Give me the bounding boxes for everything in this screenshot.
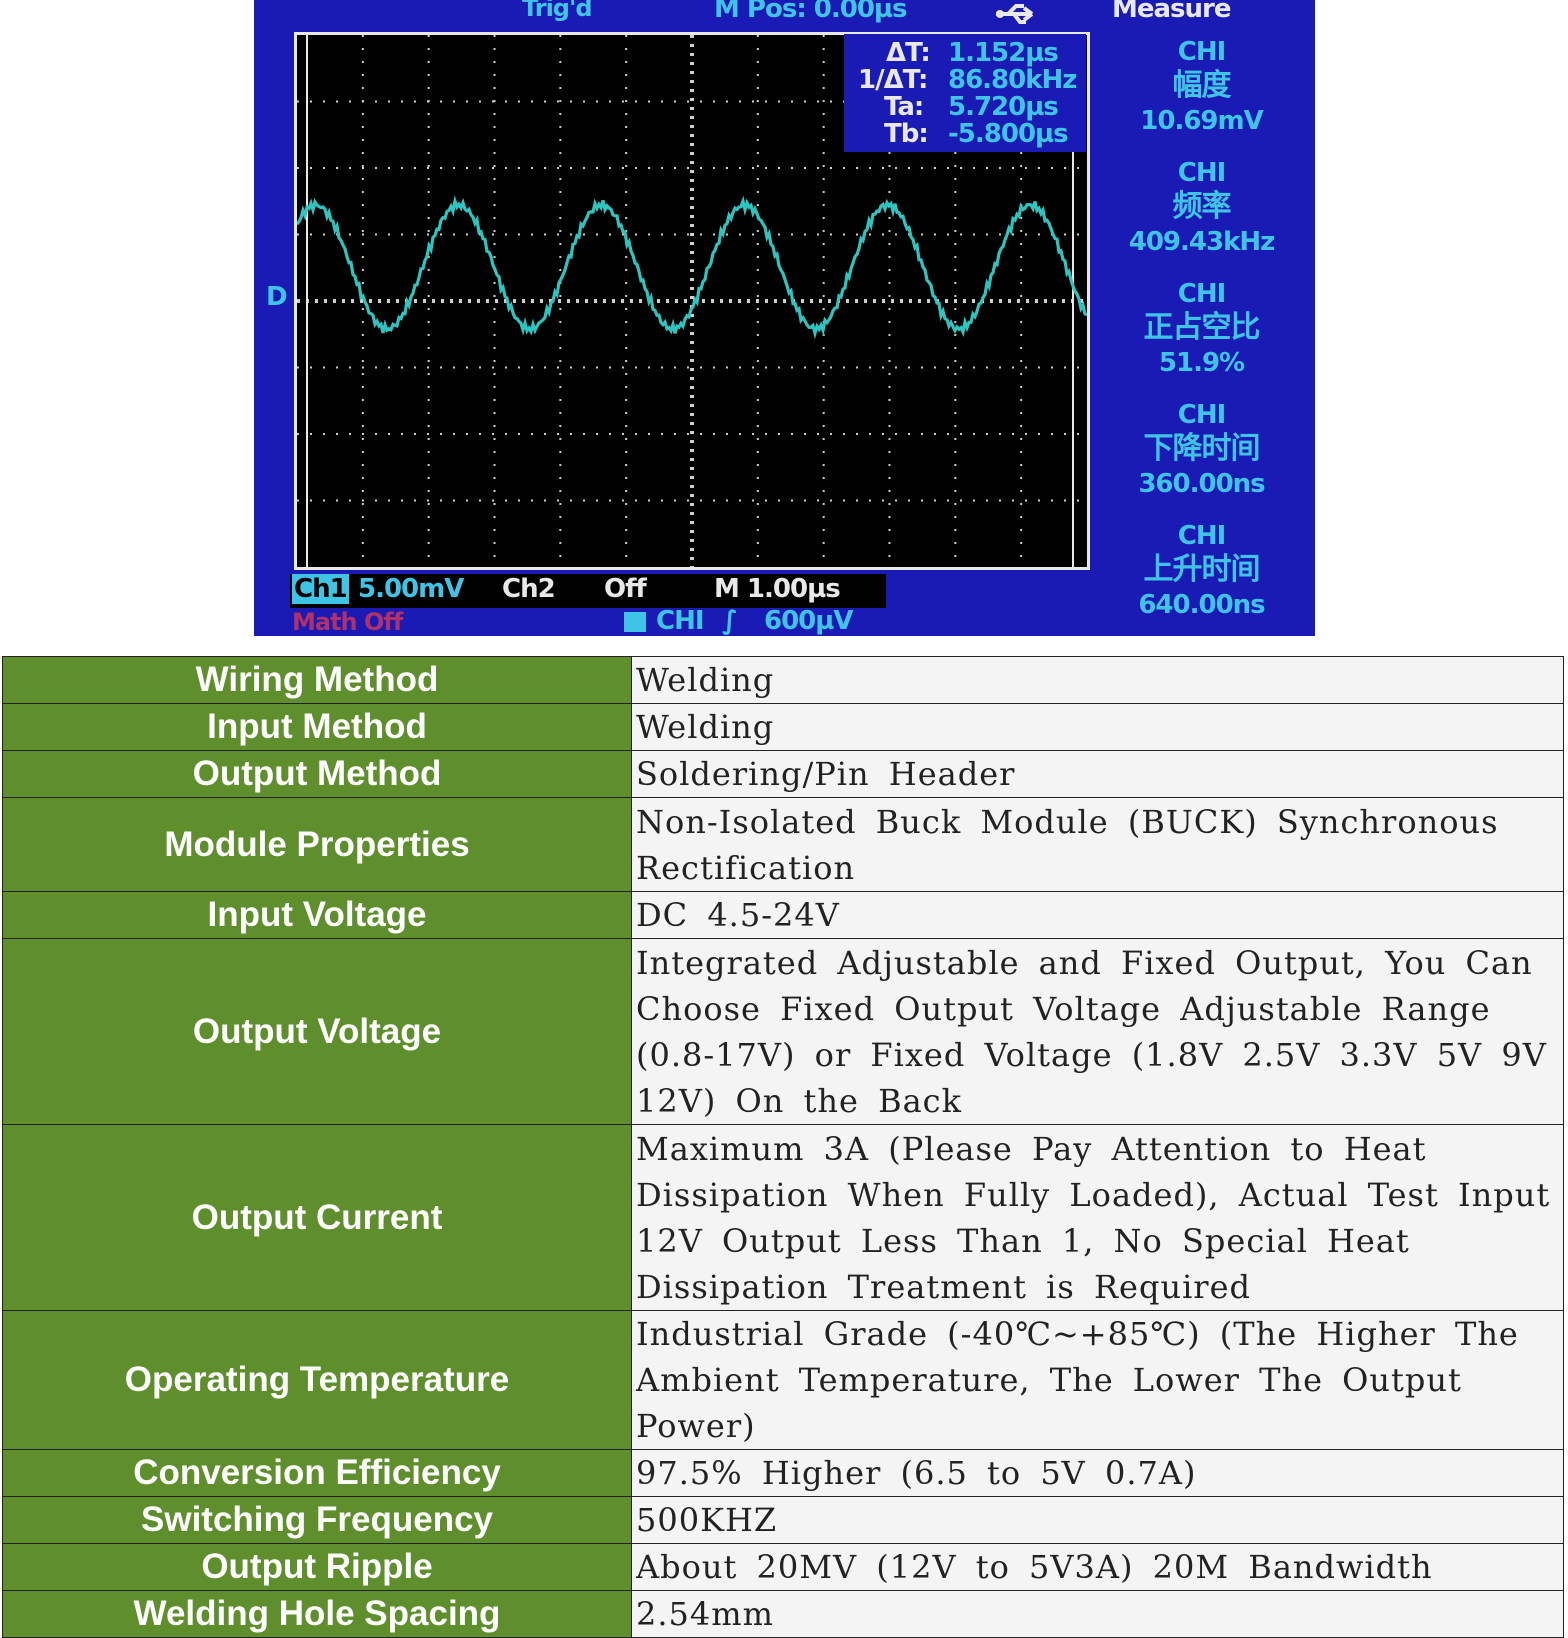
measurement-name: 下降时间 [1143, 431, 1261, 466]
math-status: Math Off [292, 608, 403, 636]
spec-value: Welding [631, 656, 1564, 704]
measurement-fall-time: CHI 下降时间 360.00ns [1098, 399, 1305, 501]
ta-label: Ta: [884, 92, 924, 122]
measurement-frequency: CHI 频率 409.43kHz [1098, 157, 1305, 259]
spec-label: Conversion Efficiency [2, 1449, 632, 1497]
spec-label: Output Ripple [2, 1543, 632, 1591]
spec-value: Welding [631, 703, 1564, 751]
spec-value: Soldering/Pin Header [631, 750, 1564, 798]
measurement-channel: CHI [1177, 37, 1227, 67]
measurement-channel: CHI [1177, 158, 1227, 188]
measurement-channel: CHI [1177, 279, 1227, 309]
trigger-marker: D [266, 282, 288, 312]
delta-t-label: ΔT: [886, 38, 931, 68]
measurement-value: 51.9% [1158, 348, 1245, 378]
spec-value: 2.54mm [631, 1590, 1564, 1638]
spec-label: Switching Frequency [2, 1496, 632, 1544]
usb-icon [994, 2, 1040, 30]
table-row: Wiring Method Welding [2, 656, 1564, 704]
spec-value: 500KHZ [631, 1496, 1564, 1544]
table-row: Operating Temperature Industrial Grade (… [2, 1310, 1564, 1450]
measurement-amplitude: CHI 幅度 10.69mV [1098, 36, 1305, 138]
waveform-trace [297, 195, 1087, 340]
tb-label: Tb: [884, 119, 929, 149]
table-row: Output Method Soldering/Pin Header [2, 750, 1564, 798]
spec-label: Output Voltage [2, 938, 632, 1125]
cursor-readout: ΔT: 1.152µs 1/ΔT: 86.80kHz Ta: 5.720µs T… [844, 34, 1086, 152]
oscilloscope-screenshot: Trig'd M Pos: 0.00µs Measure D ΔT: 1.152… [254, 0, 1315, 636]
measurement-channel: CHI [1177, 400, 1227, 430]
spec-value: 97.5% Higher (6.5 to 5V 0.7A) [631, 1449, 1564, 1497]
measurement-value: 360.00ns [1138, 469, 1265, 499]
spec-value: Integrated Adjustable and Fixed Output, … [631, 938, 1564, 1125]
measurement-value: 10.69mV [1140, 106, 1263, 136]
table-row: Input Method Welding [2, 703, 1564, 751]
ch2-label: Ch2 [502, 574, 556, 604]
measurement-name: 正占空比 [1143, 310, 1261, 345]
measurement-name: 上升时间 [1143, 552, 1261, 587]
tb-value: -5.800µs [948, 119, 1069, 149]
measurement-duty-cycle: CHI 正占空比 51.9% [1098, 278, 1305, 380]
measurement-value: 640.00ns [1138, 590, 1265, 620]
measurement-name: 频率 [1172, 189, 1232, 224]
inverse-delta-t-value: 86.80kHz [948, 65, 1077, 95]
trigger-level: 600µV [764, 606, 854, 636]
ch1-scale: 5.00mV [358, 574, 464, 604]
measurement-value: 409.43kHz [1128, 227, 1276, 257]
spec-value: DC 4.5-24V [631, 891, 1564, 939]
measurement-panel: CHI 幅度 10.69mV CHI 频率 409.43kHz CHI 正占空比… [1098, 28, 1305, 634]
table-row: Conversion Efficiency 97.5% Higher (6.5 … [2, 1449, 1564, 1497]
ta-value: 5.720µs [948, 92, 1059, 122]
inverse-delta-t-label: 1/ΔT: [858, 65, 928, 95]
spec-label: Welding Hole Spacing [2, 1590, 632, 1638]
trigger-slope-icon: ∫ [722, 606, 738, 636]
timebase: M 1.00µs [714, 574, 841, 604]
delta-t-value: 1.152µs [948, 38, 1059, 68]
spec-label: Output Method [2, 750, 632, 798]
spec-value: Maximum 3A (Please Pay Attention to Heat… [631, 1124, 1564, 1311]
table-row: Welding Hole Spacing 2.54mm [2, 1590, 1564, 1638]
measurement-name: 幅度 [1172, 68, 1232, 103]
table-row: Output Voltage Integrated Adjustable and… [2, 938, 1564, 1125]
spec-label: Module Properties [2, 797, 632, 892]
spec-label: Operating Temperature [2, 1310, 632, 1450]
ch1-label: Ch1 [292, 574, 349, 604]
measurement-rise-time: CHI 上升时间 640.00ns [1098, 520, 1305, 622]
table-row: Output Current Maximum 3A (Please Pay At… [2, 1124, 1564, 1311]
spec-label: Output Current [2, 1124, 632, 1311]
spec-value: Non-Isolated Buck Module (BUCK) Synchron… [631, 797, 1564, 892]
table-row: Output Ripple About 20MV (12V to 5V3A) 2… [2, 1543, 1564, 1591]
horizontal-position: M Pos: 0.00µs [714, 0, 908, 24]
trigger-status: Trig'd [522, 0, 593, 22]
spec-label: Input Method [2, 703, 632, 751]
spec-value: Industrial Grade (-40℃~+85℃) (The Higher… [631, 1310, 1564, 1450]
spec-value: About 20MV (12V to 5V3A) 20M Bandwidth [631, 1543, 1564, 1591]
measurement-channel: CHI [1177, 521, 1227, 551]
trigger-source: CHI [656, 606, 705, 636]
measure-title: Measure [1112, 0, 1231, 24]
table-row: Input Voltage DC 4.5-24V [2, 891, 1564, 939]
ch2-state: Off [604, 574, 647, 604]
trigger-icon [624, 612, 646, 632]
spec-label: Wiring Method [2, 656, 632, 704]
spec-label: Input Voltage [2, 891, 632, 939]
table-row: Switching Frequency 500KHZ [2, 1496, 1564, 1544]
table-row: Module Properties Non-Isolated Buck Modu… [2, 797, 1564, 892]
spec-table: Wiring Method Welding Input Method Weldi… [2, 656, 1564, 1638]
